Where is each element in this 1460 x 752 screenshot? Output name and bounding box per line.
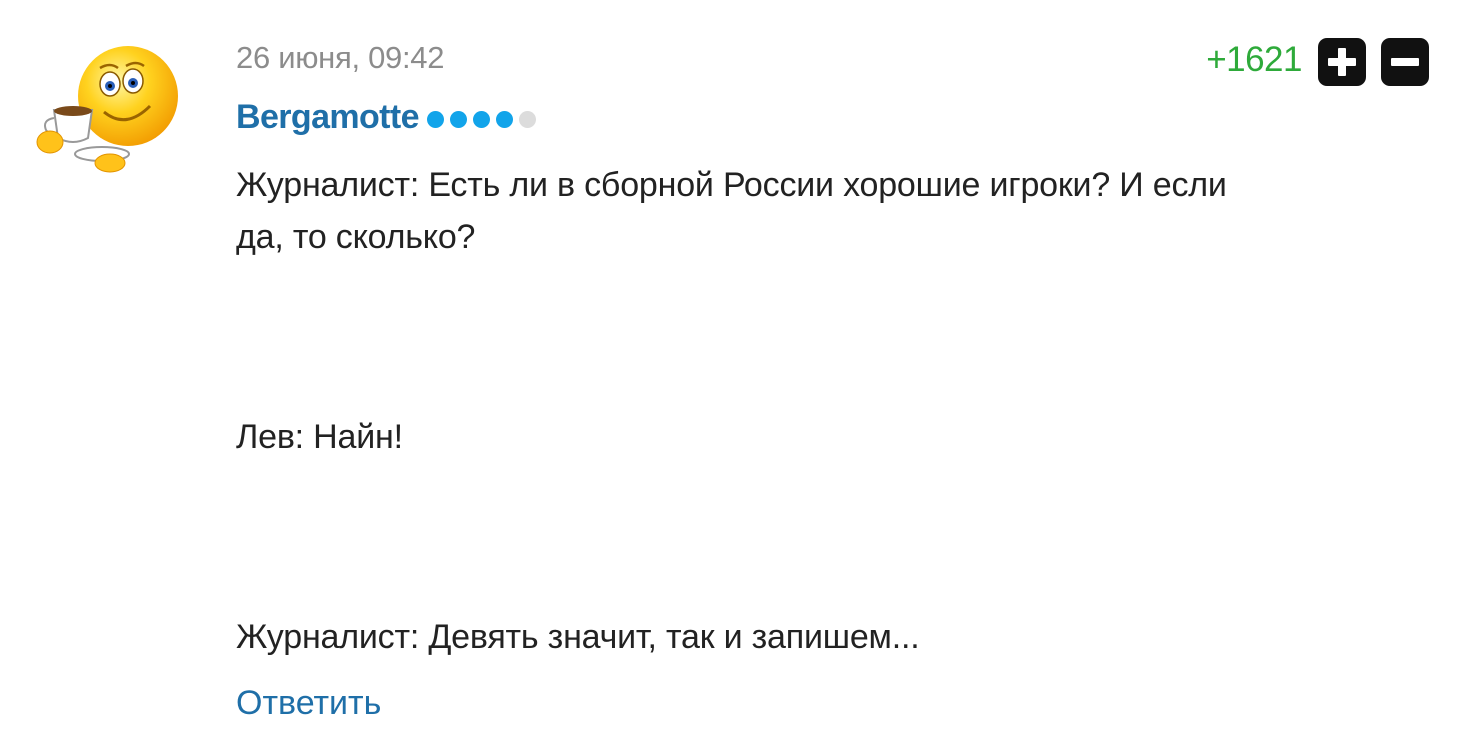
user-avatar[interactable] bbox=[30, 38, 180, 183]
level-dot-filled bbox=[426, 111, 444, 128]
level-dot-filled bbox=[495, 111, 513, 128]
comment-text-line: Журналист: Девять значит, так и запишем.… bbox=[236, 618, 920, 656]
author-name[interactable]: Bergamotte bbox=[236, 98, 420, 137]
comment-text-line: Журналист: Есть ли в сборной России хоро… bbox=[236, 166, 1227, 204]
user-level-indicator bbox=[426, 111, 542, 128]
author-row: Bergamotte bbox=[236, 98, 542, 137]
comment: 26 июня, 09:42 +1621 Bergamotte Журналис… bbox=[0, 0, 1460, 752]
upvote-button[interactable] bbox=[1318, 38, 1366, 86]
level-dot-filled bbox=[472, 111, 490, 128]
smiley-with-coffee-cup-icon bbox=[36, 46, 178, 173]
level-dot-filled bbox=[449, 111, 467, 128]
downvote-button[interactable] bbox=[1381, 38, 1429, 86]
level-dot-empty bbox=[518, 111, 536, 128]
comment-rating: +1621 bbox=[1206, 40, 1302, 79]
reply-link[interactable]: Ответить bbox=[236, 684, 381, 723]
comment-date: 26 июня, 09:42 bbox=[236, 40, 445, 75]
comment-text-line: Лев: Найн! bbox=[236, 418, 403, 456]
comment-text-line: да, то сколько? bbox=[236, 218, 476, 256]
